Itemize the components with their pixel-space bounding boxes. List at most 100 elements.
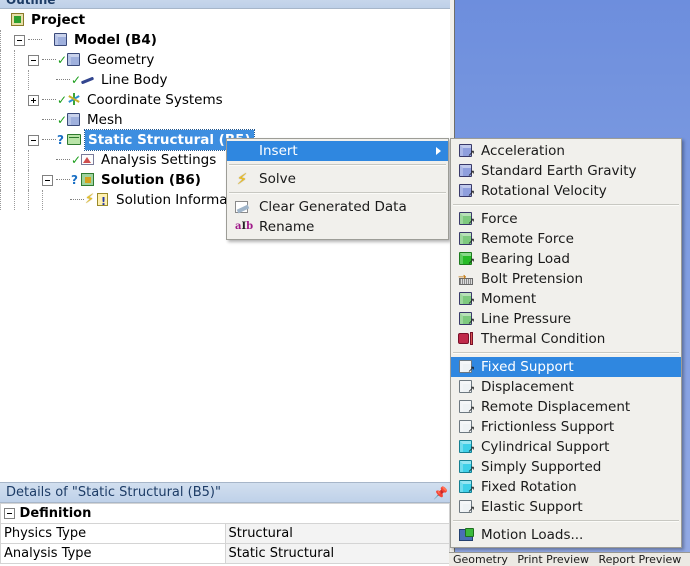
tab-report-preview[interactable]: Report Preview	[598, 553, 681, 566]
displacement-cube-icon: ↗	[458, 379, 475, 395]
tree-indent-guide	[14, 170, 16, 190]
force-cube-icon: ↗	[458, 211, 475, 227]
menu-item-solve[interactable]: ⚡ Solve	[227, 169, 448, 189]
collapse-icon[interactable]	[28, 54, 39, 66]
pin-icon[interactable]: 📌	[433, 487, 448, 499]
details-row-value[interactable]: Static Structural	[224, 543, 450, 564]
menu-separator	[229, 164, 446, 166]
tree-item-model-b4[interactable]: Model (B4)	[0, 30, 450, 50]
outline-panel-title: Outline	[0, 0, 450, 9]
submenu-item-bolt-pretension[interactable]: Bolt Pretension	[451, 268, 681, 289]
tab-geometry[interactable]: Geometry	[453, 553, 508, 566]
collapse-icon[interactable]	[14, 34, 25, 46]
tree-indent-guide	[0, 110, 2, 130]
details-group-label: Definition	[19, 506, 92, 521]
table-row[interactable]: Analysis Type Static Structural	[0, 543, 450, 564]
menu-item-rename[interactable]: aIb Rename	[227, 217, 448, 237]
submenu-item-line-pressure[interactable]: ↗ Line Pressure	[451, 309, 681, 329]
cylindrical-support-cube-icon: ↗	[458, 439, 475, 455]
submenu-item-cylindrical-support[interactable]: ↗ Cylindrical Support	[451, 437, 681, 457]
solution-information-icon	[95, 192, 111, 212]
menu-separator	[229, 192, 446, 194]
submenu-item-standard-earth-gravity[interactable]: ↗ Standard Earth Gravity	[451, 161, 681, 181]
submenu-item-rotational-velocity[interactable]: ↗ Rotational Velocity	[451, 181, 681, 201]
submenu-item-label: Bolt Pretension	[481, 271, 584, 287]
bolt-pretension-icon	[458, 268, 474, 288]
tree-item-label: Mesh	[87, 112, 123, 128]
insert-submenu[interactable]: ↗ Acceleration ↗ Standard Earth Gravity ↗ Rot…	[450, 138, 682, 548]
submenu-item-fixed-support[interactable]: ↗ Fixed Support	[451, 357, 681, 377]
submenu-item-label: Cylindrical Support	[481, 439, 610, 455]
menu-item-insert[interactable]: Insert	[227, 141, 448, 161]
frictionless-support-cube-icon: ↗	[458, 419, 475, 435]
tree-connector	[56, 179, 70, 181]
tree-indent-guide	[0, 190, 2, 210]
chevron-right-icon	[436, 147, 441, 155]
tree-item-label: Coordinate Systems	[87, 92, 223, 108]
submenu-item-remote-force[interactable]: ↗ Remote Force	[451, 229, 681, 249]
submenu-item-thermal-condition[interactable]: Thermal Condition	[451, 329, 681, 349]
submenu-item-label: Remote Force	[481, 231, 574, 247]
status-question-icon: ?	[71, 173, 78, 187]
table-row[interactable]: Physics Type Structural	[0, 523, 450, 544]
mesh-cube-icon	[66, 112, 82, 128]
submenu-item-frictionless-support[interactable]: ↗ Frictionless Support	[451, 417, 681, 437]
submenu-item-label: Simply Supported	[481, 459, 602, 475]
insert-icon	[234, 143, 250, 159]
viewport-tab-strip[interactable]: Geometry Print Preview Report Preview	[449, 552, 690, 566]
tree-item-line-body[interactable]: ✓ Line Body	[0, 70, 450, 90]
project-icon	[10, 12, 26, 28]
submenu-item-motion-loads[interactable]: Motion Loads...	[451, 525, 681, 545]
submenu-item-bearing-load[interactable]: ↗ Bearing Load	[451, 249, 681, 269]
submenu-item-simply-supported[interactable]: ↗ Simply Supported	[451, 457, 681, 477]
tab-print-preview[interactable]: Print Preview	[517, 553, 589, 566]
submenu-item-label: Line Pressure	[481, 311, 572, 327]
geometry-cube-icon	[66, 52, 82, 68]
arrow-decoration: ↗	[467, 257, 475, 267]
collapse-icon[interactable]	[28, 134, 39, 146]
submenu-item-force[interactable]: ↗ Force	[451, 209, 681, 229]
details-table[interactable]: Definition Physics Type Structural Analy…	[0, 503, 450, 564]
arrow-decoration: ↗	[467, 189, 475, 199]
collapse-icon[interactable]	[4, 508, 15, 519]
tree-item-mesh[interactable]: ✓ Mesh	[0, 110, 450, 130]
menu-item-label: Solve	[259, 171, 296, 187]
tree-connector	[42, 119, 56, 121]
analysis-settings-icon	[80, 152, 96, 168]
submenu-item-acceleration[interactable]: ↗ Acceleration	[451, 141, 681, 161]
tree-indent-guide	[0, 150, 2, 170]
tree-indent-guide	[0, 70, 2, 90]
collapse-icon[interactable]	[42, 174, 53, 186]
tree-connector	[56, 159, 70, 161]
submenu-separator	[453, 520, 679, 522]
submenu-item-label: Frictionless Support	[481, 419, 615, 435]
arrow-decoration: ↗	[467, 425, 475, 435]
status-question-icon: ?	[57, 133, 64, 147]
submenu-item-label: Bearing Load	[481, 251, 570, 267]
acceleration-cube-icon: ↗	[458, 143, 475, 159]
eraser-icon	[234, 199, 250, 215]
tree-item-project[interactable]: Project	[0, 10, 450, 30]
details-row-value[interactable]: Structural	[224, 523, 450, 544]
submenu-item-remote-displacement[interactable]: ↗ Remote Displacement	[451, 397, 681, 417]
tree-item-geometry[interactable]: ✓ Geometry	[0, 50, 450, 70]
expand-icon[interactable]	[28, 94, 39, 106]
tree-item-label: Project	[31, 12, 86, 28]
details-panel-title: Details of "Static Structural (B5)" 📌	[0, 483, 450, 503]
tree-indent-guide	[28, 170, 30, 190]
coordinate-systems-icon	[66, 92, 82, 108]
context-menu[interactable]: Insert ⚡ Solve Clear Generated Data aIb Renam…	[226, 138, 449, 240]
arrow-decoration: ↗	[467, 237, 475, 247]
submenu-item-fixed-rotation[interactable]: ↗ Fixed Rotation	[451, 477, 681, 497]
tree-item-label: Solution (B6)	[101, 172, 201, 188]
tree-item-coordinate-systems[interactable]: ✓ Coordinate Systems	[0, 90, 450, 110]
submenu-item-displacement[interactable]: ↗ Displacement	[451, 377, 681, 397]
arrow-decoration: ↗	[467, 317, 475, 327]
line-pressure-cube-icon: ↗	[458, 311, 475, 327]
details-group-cell[interactable]: Definition	[0, 503, 450, 524]
details-group-row[interactable]: Definition	[0, 503, 450, 524]
arrow-decoration: ↗	[467, 505, 475, 515]
submenu-item-elastic-support[interactable]: ↗ Elastic Support	[451, 497, 681, 517]
menu-item-clear-generated-data[interactable]: Clear Generated Data	[227, 197, 448, 217]
submenu-item-moment[interactable]: ↗ Moment	[451, 289, 681, 309]
